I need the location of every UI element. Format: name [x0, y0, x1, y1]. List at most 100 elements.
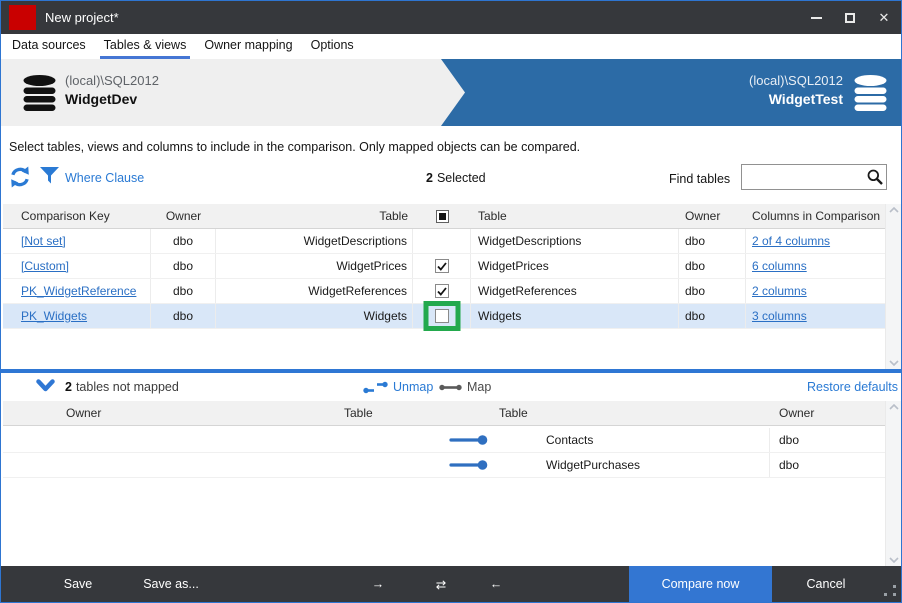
cancel-button[interactable]: Cancel: [793, 566, 859, 602]
tab-data-sources[interactable]: Data sources: [3, 34, 95, 59]
header-table-right[interactable]: Table: [499, 406, 528, 420]
save-as-button[interactable]: Save as...: [133, 566, 209, 602]
selected-count-number: 2: [426, 171, 433, 185]
resize-grip[interactable]: [884, 585, 896, 596]
tab-owner-mapping[interactable]: Owner mapping: [195, 34, 301, 59]
owner-cell: dbo: [779, 458, 799, 472]
close-icon: ✕: [879, 11, 890, 24]
mapped-table-header: Comparison Key Owner Table Table Owner C…: [3, 204, 885, 229]
mapping-connector-icon[interactable]: [449, 459, 489, 471]
find-tables-box: [741, 164, 887, 190]
column-divider: [769, 453, 770, 477]
header-select-all[interactable]: [413, 204, 471, 228]
comparison-key-link[interactable]: [Custom]: [21, 259, 69, 273]
source-database: WidgetDev: [65, 91, 159, 107]
checkbox-cell-empty: [413, 229, 471, 253]
table-cell: WidgetDescriptions: [216, 229, 413, 253]
map-icon: [439, 383, 462, 392]
selected-count-label: Selected: [437, 171, 486, 185]
header-comparison-key[interactable]: Comparison Key: [3, 204, 151, 228]
tab-options[interactable]: Options: [302, 34, 363, 59]
database-icon: [21, 75, 58, 111]
columns-in-comparison-link[interactable]: 2 columns: [752, 284, 807, 298]
table-cell: Contacts: [546, 433, 593, 447]
filter-icon[interactable]: [40, 167, 59, 184]
comparison-key-link[interactable]: PK_WidgetReference: [21, 284, 136, 298]
comparison-key-link[interactable]: [Not set]: [21, 234, 66, 248]
table-row-widgetreferences[interactable]: PK_WidgetReference dbo WidgetReferences …: [3, 279, 885, 304]
header-owner-left[interactable]: Owner: [151, 204, 216, 228]
compare-now-button[interactable]: Compare now: [629, 566, 772, 602]
scroll-down-icon[interactable]: [889, 360, 899, 366]
header-owner-right[interactable]: Owner: [779, 406, 814, 420]
owner-cell: dbo: [679, 279, 746, 303]
find-tables-input[interactable]: [742, 165, 864, 189]
header-table-left[interactable]: Table: [216, 204, 413, 228]
maximize-button[interactable]: [833, 1, 867, 34]
owner-cell: dbo: [679, 229, 746, 253]
scroll-up-icon[interactable]: [889, 207, 899, 213]
table-cell: WidgetReferences: [216, 279, 413, 303]
unmapped-row-contacts[interactable]: Contacts dbo: [3, 428, 885, 453]
table-row-widgets-selected[interactable]: PK_Widgets dbo Widgets Widgets dbo 3 col…: [3, 304, 885, 329]
map-button[interactable]: Map: [439, 380, 491, 394]
app-icon: [9, 5, 36, 30]
owner-cell: dbo: [779, 433, 799, 447]
section-splitter[interactable]: [1, 369, 901, 373]
selected-count: 2 Selected: [426, 171, 486, 185]
mapping-connector-icon[interactable]: [449, 434, 489, 446]
owner-cell: dbo: [151, 279, 216, 303]
comparison-key-link[interactable]: PK_Widgets: [21, 309, 87, 323]
sync-right-icon[interactable]: →: [361, 566, 395, 602]
include-checkbox-checked[interactable]: [435, 259, 449, 273]
sync-left-icon[interactable]: ←: [479, 566, 513, 602]
header-owner-right[interactable]: Owner: [679, 204, 746, 228]
unmapped-count-number: 2: [65, 380, 72, 394]
tab-tables-views[interactable]: Tables & views: [95, 34, 196, 59]
collapse-section-icon[interactable]: [36, 379, 55, 392]
tab-bar: Data sources Tables & views Owner mappin…: [1, 34, 901, 59]
title-bar: New project* ✕: [1, 1, 901, 34]
restore-defaults-link[interactable]: Restore defaults: [807, 380, 898, 394]
table-row-widgetprices[interactable]: [Custom] dbo WidgetPrices WidgetPrices d…: [3, 254, 885, 279]
header-table-left[interactable]: Table: [344, 406, 373, 420]
column-divider: [769, 428, 770, 452]
unmap-icon: [363, 381, 388, 394]
owner-cell: dbo: [679, 254, 746, 278]
refresh-button[interactable]: [9, 166, 31, 188]
mapped-table-scrollbar[interactable]: [885, 204, 901, 369]
columns-in-comparison-link[interactable]: 3 columns: [752, 309, 807, 323]
save-button[interactable]: Save: [46, 566, 110, 602]
header-columns-in-comparison[interactable]: Columns in Comparison: [746, 204, 885, 228]
new-project-window: New project* ✕ Data sources Tables & vie…: [0, 0, 902, 603]
scroll-up-icon[interactable]: [889, 404, 899, 410]
target-database: WidgetTest: [749, 91, 843, 107]
include-checkbox-checked[interactable]: [435, 284, 449, 298]
header-table-right[interactable]: Table: [471, 204, 679, 228]
close-button[interactable]: ✕: [867, 1, 901, 34]
select-all-checkbox[interactable]: [436, 210, 449, 223]
owner-cell: dbo: [151, 304, 216, 328]
table-cell: WidgetPrices: [216, 254, 413, 278]
where-clause-button[interactable]: Where Clause: [65, 171, 144, 185]
columns-in-comparison-link[interactable]: 2 of 4 columns: [752, 234, 830, 248]
target-server: (local)\SQL2012: [749, 73, 843, 88]
unmapped-table-scrollbar[interactable]: [885, 401, 901, 566]
owner-cell: dbo: [679, 304, 746, 328]
instruction-text: Select tables, views and columns to incl…: [9, 140, 580, 154]
unmap-button[interactable]: Unmap: [363, 380, 433, 394]
include-checkbox-unchecked[interactable]: [435, 309, 449, 323]
swap-direction-icon[interactable]: ⇄: [419, 566, 463, 602]
unmap-label: Unmap: [393, 380, 433, 394]
unmapped-table-header: Owner Table Table Owner: [3, 401, 885, 426]
unmapped-row-widgetpurchases[interactable]: WidgetPurchases dbo: [3, 453, 885, 478]
table-row-widgetdescriptions[interactable]: [Not set] dbo WidgetDescriptions WidgetD…: [3, 229, 885, 254]
scroll-down-icon[interactable]: [889, 557, 899, 563]
minimize-button[interactable]: [799, 1, 833, 34]
datasource-banner: (local)\SQL2012 WidgetDev (local)\SQL201…: [1, 59, 901, 126]
search-icon[interactable]: [864, 169, 886, 185]
header-owner-left[interactable]: Owner: [66, 406, 101, 420]
source-database-label: (local)\SQL2012 WidgetDev: [65, 73, 159, 107]
columns-in-comparison-link[interactable]: 6 columns: [752, 259, 807, 273]
table-cell: Widgets: [216, 304, 413, 328]
